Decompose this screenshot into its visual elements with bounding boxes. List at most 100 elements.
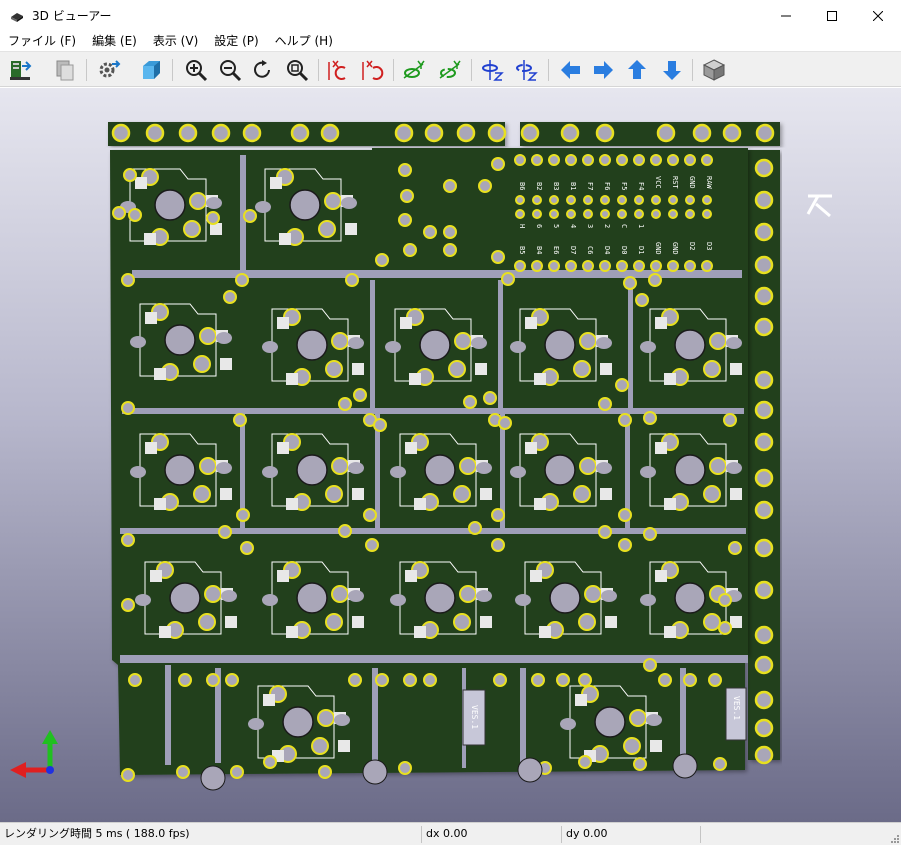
via: [338, 397, 352, 411]
rail-hole: [754, 222, 774, 242]
menu-view[interactable]: 表示 (V): [145, 31, 206, 51]
pin-label: RAW: [705, 176, 713, 189]
maximize-button[interactable]: [809, 0, 855, 31]
minimize-button[interactable]: [763, 0, 809, 31]
via: [423, 673, 437, 687]
pin-label: D0: [620, 246, 628, 254]
header-pin: [600, 209, 610, 219]
smd-pad: [655, 317, 667, 329]
pin-label: B6: [518, 182, 526, 190]
header-pin: [701, 260, 713, 272]
toolbar-separator: [471, 59, 472, 81]
switch-pin: [193, 355, 211, 373]
smd-pad: [414, 498, 426, 510]
rail-hole: [722, 123, 742, 143]
smd-pad: [730, 616, 742, 628]
menu-file[interactable]: ファイル (F): [0, 31, 84, 51]
zoom-out-button[interactable]: [216, 56, 244, 84]
switch-pin: [573, 485, 591, 503]
rail-hole: [754, 370, 774, 390]
smd-pad: [664, 498, 676, 510]
smd-pad: [286, 498, 298, 510]
switch-pin: [325, 613, 343, 631]
switch-pin: [317, 709, 335, 727]
rotate-x-cw-button[interactable]: [324, 56, 352, 84]
pin-label: B3: [552, 182, 560, 190]
maximize-icon: [827, 10, 837, 21]
via: [375, 673, 389, 687]
header-pin: [702, 195, 712, 205]
via: [443, 243, 457, 257]
stab-hole: [640, 594, 656, 606]
smd-pad: [135, 177, 147, 189]
pin-label: 1: [637, 224, 645, 228]
toolbar-separator: [548, 59, 549, 81]
stab-hole: [348, 590, 364, 602]
move-right-button[interactable]: [589, 56, 617, 84]
header-pin: [566, 195, 576, 205]
resize-grip-icon[interactable]: [889, 833, 899, 843]
switch-center-hole: [674, 454, 706, 486]
zoom-in-button[interactable]: [182, 56, 210, 84]
side-label: VES.1: [470, 705, 479, 729]
toolbar-separator: [318, 59, 319, 81]
smd-pad: [525, 442, 537, 454]
rotate-x-ccw-button[interactable]: [358, 56, 386, 84]
via: [398, 761, 412, 775]
switch-pin: [579, 457, 597, 475]
orthographic-button[interactable]: [700, 56, 728, 84]
via: [233, 413, 247, 427]
smd-pad: [525, 317, 537, 329]
rail-hole: [754, 690, 774, 710]
header-pin: [583, 195, 593, 205]
close-icon: [873, 10, 883, 21]
via: [648, 273, 662, 287]
move-up-button[interactable]: [623, 56, 651, 84]
switch-pin: [325, 485, 343, 503]
z-axis: [46, 766, 54, 774]
header-pin: [515, 209, 525, 219]
stab-hole: [206, 197, 222, 209]
redraw-button[interactable]: [248, 56, 276, 84]
via: [728, 541, 742, 555]
switch-pin: [453, 485, 471, 503]
via: [230, 765, 244, 779]
smd-pad: [655, 442, 667, 454]
rotate-y-ccw-button[interactable]: [436, 56, 464, 84]
stab-hole: [262, 466, 278, 478]
rotate-z-cw-button[interactable]: [479, 56, 507, 84]
rail-hole: [754, 538, 774, 558]
board-slot: [520, 668, 526, 763]
via: [121, 533, 135, 547]
raytracing-button[interactable]: [137, 56, 165, 84]
rotate-z-ccw-button[interactable]: [513, 56, 541, 84]
menu-settings[interactable]: 設定 (P): [206, 31, 266, 51]
switch-center-hole: [296, 454, 328, 486]
render-settings-button[interactable]: [95, 56, 123, 84]
header-pin: [668, 195, 678, 205]
header-pin: [702, 209, 712, 219]
board-slot: [165, 665, 171, 765]
stab-hole: [385, 341, 401, 353]
reload-board-button[interactable]: [6, 56, 34, 84]
zoom-fit-button[interactable]: [283, 56, 311, 84]
header-pin: [685, 195, 695, 205]
switch-pin: [454, 332, 472, 350]
3d-viewport[interactable]: B6 B2 B3 B1 F7 F6 F5 F4 VCC RST GND RAW …: [0, 88, 901, 822]
rotate-y-cw-button[interactable]: [400, 56, 428, 84]
pin-label: GND: [654, 242, 662, 255]
smd-pad: [352, 363, 364, 375]
move-down-button[interactable]: [658, 56, 686, 84]
stab-hole: [216, 462, 232, 474]
pcb-board[interactable]: B6 B2 B3 B1 F7 F6 F5 F4 VCC RST GND RAW …: [0, 88, 901, 822]
move-left-button[interactable]: [557, 56, 585, 84]
menu-help[interactable]: ヘルプ (H): [267, 31, 341, 51]
smd-pad: [154, 368, 166, 380]
close-button[interactable]: [855, 0, 901, 31]
header-pin: [650, 260, 662, 272]
copy-image-button[interactable]: [51, 56, 79, 84]
switch-pin: [324, 192, 342, 210]
via: [618, 538, 632, 552]
smd-pad: [270, 177, 282, 189]
menu-edit[interactable]: 編集 (E): [84, 31, 145, 51]
